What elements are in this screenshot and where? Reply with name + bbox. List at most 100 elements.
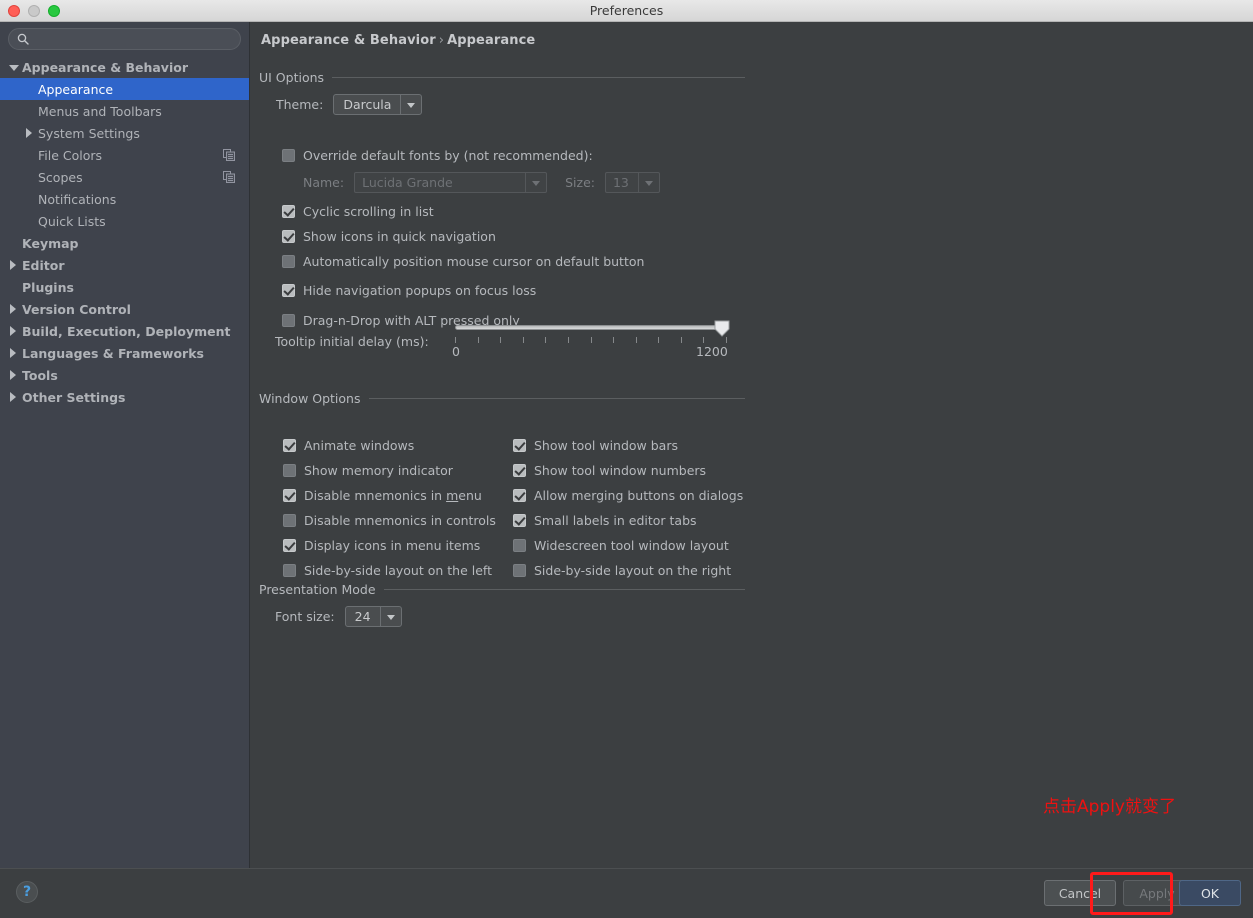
theme-value: Darcula <box>343 97 392 112</box>
checkbox-box[interactable] <box>282 255 295 268</box>
checkbox-automatically-position-mouse-cursor-on-default-button[interactable]: Automatically position mouse cursor on d… <box>282 254 644 269</box>
settings-sidebar: Appearance & Behavior Appearance Menus and… <box>0 22 250 868</box>
sidebar-item-version-control[interactable]: Version Control <box>0 298 249 320</box>
sidebar-item-scopes[interactable]: Scopes <box>0 166 249 188</box>
font-size-field[interactable]: 13 <box>604 172 660 193</box>
sidebar-item-appearance[interactable]: Appearance <box>0 78 249 100</box>
sidebar-item-keymap[interactable]: Keymap <box>0 232 249 254</box>
checkbox-box[interactable] <box>282 149 295 162</box>
checkbox-show-tool-window-bars[interactable]: Show tool window bars <box>513 438 678 453</box>
chevron-right-icon[interactable] <box>8 347 19 359</box>
sidebar-item-plugins[interactable]: Plugins <box>0 276 249 298</box>
chevron-right-icon[interactable] <box>8 369 19 381</box>
sidebar-item-languages-frameworks[interactable]: Languages & Frameworks <box>0 342 249 364</box>
search-field[interactable] <box>8 28 241 50</box>
close-window-button[interactable] <box>8 5 20 17</box>
sidebar-item-file-colors[interactable]: File Colors <box>0 144 249 166</box>
sidebar-item-other-settings[interactable]: Other Settings <box>0 386 249 408</box>
chevron-down-icon[interactable] <box>525 173 546 192</box>
font-name-field[interactable]: Lucida Grande <box>354 172 548 193</box>
checkbox-box[interactable] <box>513 539 526 552</box>
breadcrumb-root[interactable]: Appearance & Behavior <box>261 33 436 48</box>
copy-icon[interactable] <box>223 171 235 183</box>
sidebar-item-tools[interactable]: Tools <box>0 364 249 386</box>
checkbox-show-tool-window-numbers[interactable]: Show tool window numbers <box>513 463 706 478</box>
copy-icon[interactable] <box>223 149 235 161</box>
font-name-value: Lucida Grande <box>362 175 453 190</box>
checkbox-box[interactable] <box>282 314 295 327</box>
checkbox-disable-mnemonics-in-controls[interactable]: Disable mnemonics in controls <box>283 513 496 528</box>
sidebar-item-quick-lists[interactable]: Quick Lists <box>0 210 249 232</box>
checkbox-label: Show memory indicator <box>304 463 453 478</box>
checkbox-label: Side-by-side layout on the right <box>534 563 732 578</box>
chevron-right-icon[interactable] <box>8 303 19 315</box>
sidebar-item-appearance-behavior[interactable]: Appearance & Behavior <box>0 56 249 78</box>
checkbox-box[interactable] <box>513 464 526 477</box>
checkbox-box[interactable] <box>283 564 296 577</box>
checkbox-hide-navigation-popups-on-focus-loss[interactable]: Hide navigation popups on focus loss <box>282 283 536 298</box>
chevron-down-icon[interactable] <box>400 95 421 114</box>
sidebar-item-system-settings[interactable]: System Settings <box>0 122 249 144</box>
sidebar-item-label: Quick Lists <box>38 213 106 229</box>
checkbox-cyclic-scrolling-in-list[interactable]: Cyclic scrolling in list <box>282 204 434 219</box>
theme-row: Theme: Darcula <box>276 94 423 115</box>
slider-tick <box>726 337 727 343</box>
window-options-title: Window Options <box>259 390 361 406</box>
chevron-down-icon[interactable] <box>637 173 659 192</box>
search-input[interactable] <box>34 32 232 46</box>
sidebar-item-build-execution-deployment[interactable]: Build, Execution, Deployment <box>0 320 249 342</box>
checkbox-display-icons-in-menu-items[interactable]: Display icons in menu items <box>283 538 480 553</box>
checkbox-disable-mnemonics-in-menu[interactable]: Disable mnemonics in menu <box>283 488 482 503</box>
sidebar-item-menus-and-toolbars[interactable]: Menus and Toolbars <box>0 100 249 122</box>
checkbox-box[interactable] <box>513 489 526 502</box>
chevron-right-icon[interactable] <box>24 127 35 139</box>
checkbox-label: Side-by-side layout on the left <box>304 563 493 578</box>
checkbox-side-by-side-layout-on-the-right[interactable]: Side-by-side layout on the right <box>513 563 731 578</box>
checkbox-box[interactable] <box>283 514 296 527</box>
checkbox-box[interactable] <box>283 439 296 452</box>
checkbox-small-labels-in-editor-tabs[interactable]: Small labels in editor tabs <box>513 513 697 528</box>
checkbox-box[interactable] <box>283 539 296 552</box>
chevron-right-icon[interactable] <box>8 325 19 337</box>
tooltip-delay-slider[interactable]: 0 1200 <box>452 320 755 361</box>
sidebar-item-label: System Settings <box>38 125 140 141</box>
checkbox-override-default-fonts[interactable]: Override default fonts by (not recommend… <box>282 148 593 163</box>
checkbox-side-by-side-layout-on-the-left[interactable]: Side-by-side layout on the left <box>283 563 492 578</box>
checkbox-box[interactable] <box>513 564 526 577</box>
font-name-row: Name: Lucida Grande Size: 13 <box>303 172 660 193</box>
ok-button[interactable]: OK <box>1179 880 1241 906</box>
checkbox-box[interactable] <box>282 205 295 218</box>
minimize-window-button[interactable] <box>28 5 40 17</box>
sidebar-item-label: Version Control <box>22 301 131 317</box>
presentation-font-size-combobox[interactable]: 24 <box>344 606 402 627</box>
checkbox-show-icons-in-quick-navigation[interactable]: Show icons in quick navigation <box>282 229 496 244</box>
maximize-window-button[interactable] <box>48 5 60 17</box>
checkbox-box[interactable] <box>513 514 526 527</box>
traffic-lights <box>8 5 60 17</box>
slider-track[interactable] <box>455 325 727 330</box>
window-options-section: Window Options <box>259 390 1253 406</box>
help-button[interactable]: ? <box>16 881 38 903</box>
checkbox-box[interactable] <box>513 439 526 452</box>
chevron-down-icon[interactable] <box>379 607 401 626</box>
checkbox-animate-windows[interactable]: Animate windows <box>283 438 414 453</box>
sidebar-item-label: Tools <box>22 367 58 383</box>
sidebar-item-notifications[interactable]: Notifications <box>0 188 249 210</box>
chevron-down-icon[interactable] <box>8 62 19 73</box>
section-divider <box>383 588 745 590</box>
checkbox-box[interactable] <box>283 489 296 502</box>
sidebar-item-label: Languages & Frameworks <box>22 345 204 361</box>
sidebar-item-editor[interactable]: Editor <box>0 254 249 276</box>
slider-tick <box>636 337 637 343</box>
checkbox-box[interactable] <box>283 464 296 477</box>
chevron-right-icon[interactable] <box>8 259 19 271</box>
checkbox-box[interactable] <box>282 230 295 243</box>
checkbox-widescreen-tool-window-layout[interactable]: Widescreen tool window layout <box>513 538 729 553</box>
chevron-right-icon[interactable] <box>8 391 19 403</box>
checkbox-show-memory-indicator[interactable]: Show memory indicator <box>283 463 453 478</box>
sidebar-item-label: Notifications <box>38 191 117 207</box>
slider-thumb[interactable] <box>714 320 730 337</box>
checkbox-box[interactable] <box>282 284 295 297</box>
theme-combobox[interactable]: Darcula <box>333 94 423 115</box>
checkbox-allow-merging-buttons-on-dialogs[interactable]: Allow merging buttons on dialogs <box>513 488 743 503</box>
